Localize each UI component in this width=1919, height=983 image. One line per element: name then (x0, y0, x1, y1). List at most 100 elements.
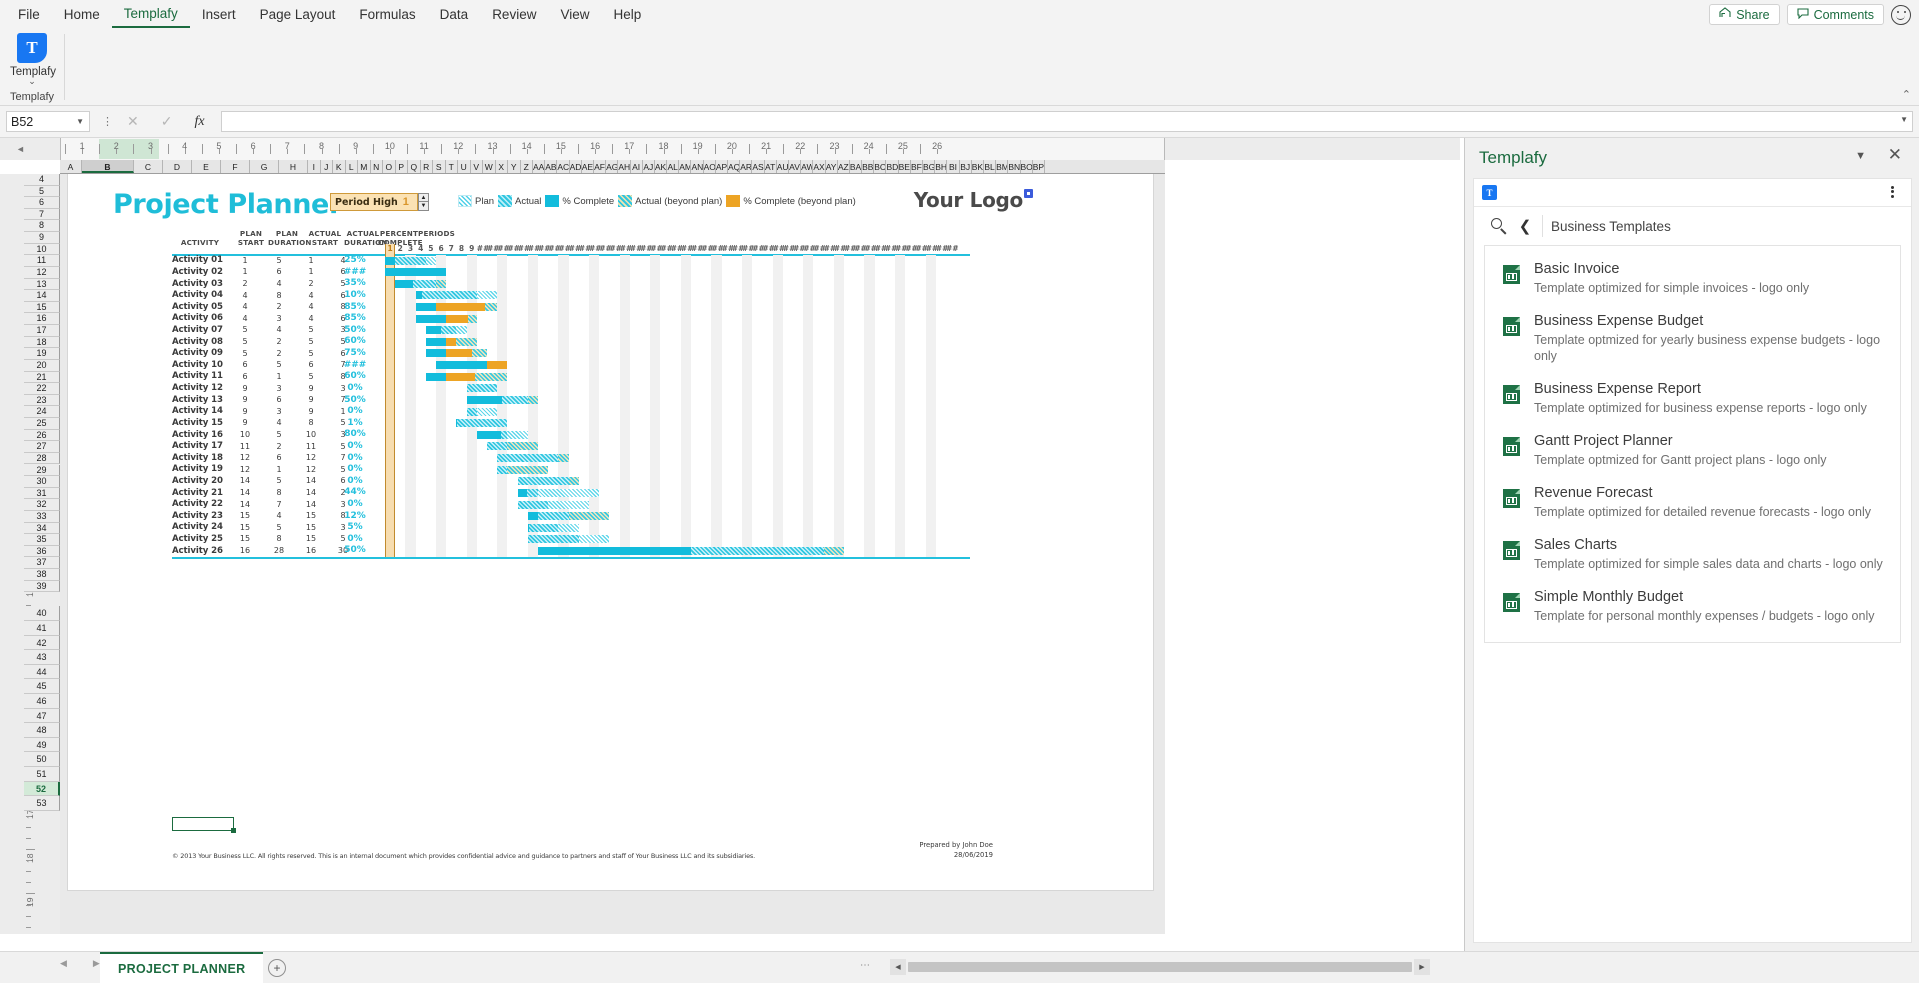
column-header-J[interactable]: J (321, 160, 333, 173)
column-header-AO[interactable]: AO (704, 160, 716, 173)
column-header-BN[interactable]: BN (1008, 160, 1021, 173)
back-icon[interactable]: ❮ (1510, 217, 1540, 235)
row-header-21[interactable]: 21 (24, 371, 60, 384)
ribbon-tab-review[interactable]: Review (480, 3, 548, 27)
row-header-30[interactable]: 30 (24, 476, 60, 488)
row-header-18[interactable]: 18 (24, 336, 60, 349)
row-header-15[interactable]: 15 (24, 301, 60, 314)
column-header-AD[interactable]: AD (570, 160, 582, 173)
column-header-B[interactable]: B (82, 160, 134, 173)
column-header-BL[interactable]: BL (984, 160, 997, 173)
row-header-43[interactable]: 43 (24, 650, 60, 665)
column-header-AG[interactable]: AG (606, 160, 619, 173)
column-header-AJ[interactable]: AJ (643, 160, 655, 173)
period-highlight-control[interactable]: Period High 1 (330, 193, 418, 211)
row-header-14[interactable]: 14 (24, 290, 60, 302)
row-header-22[interactable]: 22 (24, 383, 60, 395)
row-header-36[interactable]: 36 (24, 545, 60, 558)
row-header-28[interactable]: 28 (24, 452, 60, 465)
row-header-12[interactable]: 12 (24, 266, 60, 279)
ribbon-tab-help[interactable]: Help (601, 3, 653, 27)
search-icon[interactable] (1488, 215, 1510, 237)
column-header-AX[interactable]: AX (813, 160, 826, 173)
row-header-9[interactable]: 9 (24, 232, 60, 244)
row-header-8[interactable]: 8 (24, 220, 60, 233)
column-header-K[interactable]: K (333, 160, 346, 173)
column-header-AL[interactable]: AL (667, 160, 680, 173)
column-header-AR[interactable]: AR (740, 160, 753, 173)
row-header-37[interactable]: 37 (24, 557, 60, 570)
row-header-47[interactable]: 47 (24, 708, 60, 724)
ribbon-tab-page-layout[interactable]: Page Layout (248, 3, 348, 27)
row-header-20[interactable]: 20 (24, 359, 60, 372)
row-header-46[interactable]: 46 (24, 693, 60, 709)
column-header-M[interactable]: M (358, 160, 371, 173)
row-header-5[interactable]: 5 (24, 185, 60, 198)
column-header-AW[interactable]: AW (801, 160, 814, 173)
column-header-I[interactable]: I (308, 160, 321, 173)
column-header-F[interactable]: F (221, 160, 250, 173)
row-header-44[interactable]: 44 (24, 664, 60, 680)
row-header-27[interactable]: 27 (24, 441, 60, 453)
horizontal-scrollbar[interactable]: ◀ ▶ (890, 959, 1430, 975)
list-item[interactable]: Basic Invoice Template optimized for simp… (1485, 252, 1900, 304)
templafy-launch-button[interactable]: T Templafy ⌄ (10, 33, 56, 86)
close-icon[interactable]: ✕ (1888, 145, 1902, 165)
ribbon-collapse-icon[interactable]: ⌃ (1902, 88, 1911, 101)
column-header-C[interactable]: C (134, 160, 163, 173)
row-header-7[interactable]: 7 (24, 208, 60, 221)
column-header-O[interactable]: O (383, 160, 396, 173)
column-header-AB[interactable]: AB (545, 160, 558, 173)
chevron-down-icon[interactable]: ▼ (76, 117, 84, 126)
column-header-Q[interactable]: Q (408, 160, 421, 173)
row-header-51[interactable]: 51 (24, 766, 60, 782)
row-header-40[interactable]: 40 (24, 606, 60, 621)
column-header-AY[interactable]: AY (826, 160, 838, 173)
row-header-33[interactable]: 33 (24, 510, 60, 523)
column-header-BB[interactable]: BB (862, 160, 875, 173)
column-header-BD[interactable]: BD (886, 160, 899, 173)
column-header-AS[interactable]: AS (752, 160, 765, 173)
ribbon-tab-home[interactable]: Home (52, 3, 112, 27)
column-header-AH[interactable]: AH (618, 160, 631, 173)
row-header-4[interactable]: 4 (24, 174, 60, 186)
sheet-tab-project-planner[interactable]: PROJECT PLANNER (100, 952, 264, 983)
row-header-38[interactable]: 38 (24, 569, 60, 581)
column-header-D[interactable]: D (163, 160, 192, 173)
column-header-AP[interactable]: AP (716, 160, 728, 173)
row-header-23[interactable]: 23 (24, 394, 60, 407)
column-header-H[interactable]: H (279, 160, 308, 173)
feedback-smiley-icon[interactable] (1891, 4, 1911, 25)
ribbon-tab-view[interactable]: View (548, 3, 601, 27)
row-header-24[interactable]: 24 (24, 406, 60, 418)
row-header-35[interactable]: 35 (24, 534, 60, 546)
row-header-32[interactable]: 32 (24, 499, 60, 511)
ribbon-tab-file[interactable]: File (6, 3, 52, 27)
column-header-W[interactable]: W (483, 160, 496, 173)
more-options-icon[interactable] (1885, 184, 1899, 199)
horizontal-scroll-thumb[interactable] (908, 962, 1412, 972)
column-header-G[interactable]: G (250, 160, 279, 173)
list-item[interactable]: Gantt Project Planner Template optmized f… (1485, 424, 1900, 476)
list-item[interactable]: Revenue Forecast Template optimized for d… (1485, 476, 1900, 528)
ribbon-tab-data[interactable]: Data (428, 3, 481, 27)
column-header-E[interactable]: E (192, 160, 221, 173)
column-header-AI[interactable]: AI (631, 160, 643, 173)
column-header-AK[interactable]: AK (655, 160, 668, 173)
column-header-T[interactable]: T (446, 160, 458, 173)
ribbon-tab-formulas[interactable]: Formulas (347, 3, 427, 27)
sheet-canvas[interactable]: Project Planner Period High 1 ▲ ▼ Plan Ac… (60, 174, 1165, 934)
confirm-formula-icon[interactable]: ✓ (161, 113, 173, 130)
row-header-41[interactable]: 41 (24, 620, 60, 636)
column-header-BA[interactable]: BA (850, 160, 863, 173)
row-header-45[interactable]: 45 (24, 679, 60, 694)
row-header-49[interactable]: 49 (24, 737, 60, 753)
column-header-AU[interactable]: AU (777, 160, 789, 173)
expand-formula-bar-icon[interactable]: ▼ (1900, 115, 1908, 124)
list-item[interactable]: Business Expense Report Template optimize… (1485, 372, 1900, 424)
column-header-P[interactable]: P (396, 160, 408, 173)
chevron-down-icon[interactable]: ⌄ (10, 77, 54, 86)
column-header-L[interactable]: L (346, 160, 358, 173)
previous-sheet-icon[interactable]: ◀ (60, 958, 67, 969)
column-header-BO[interactable]: BO (1021, 160, 1033, 173)
